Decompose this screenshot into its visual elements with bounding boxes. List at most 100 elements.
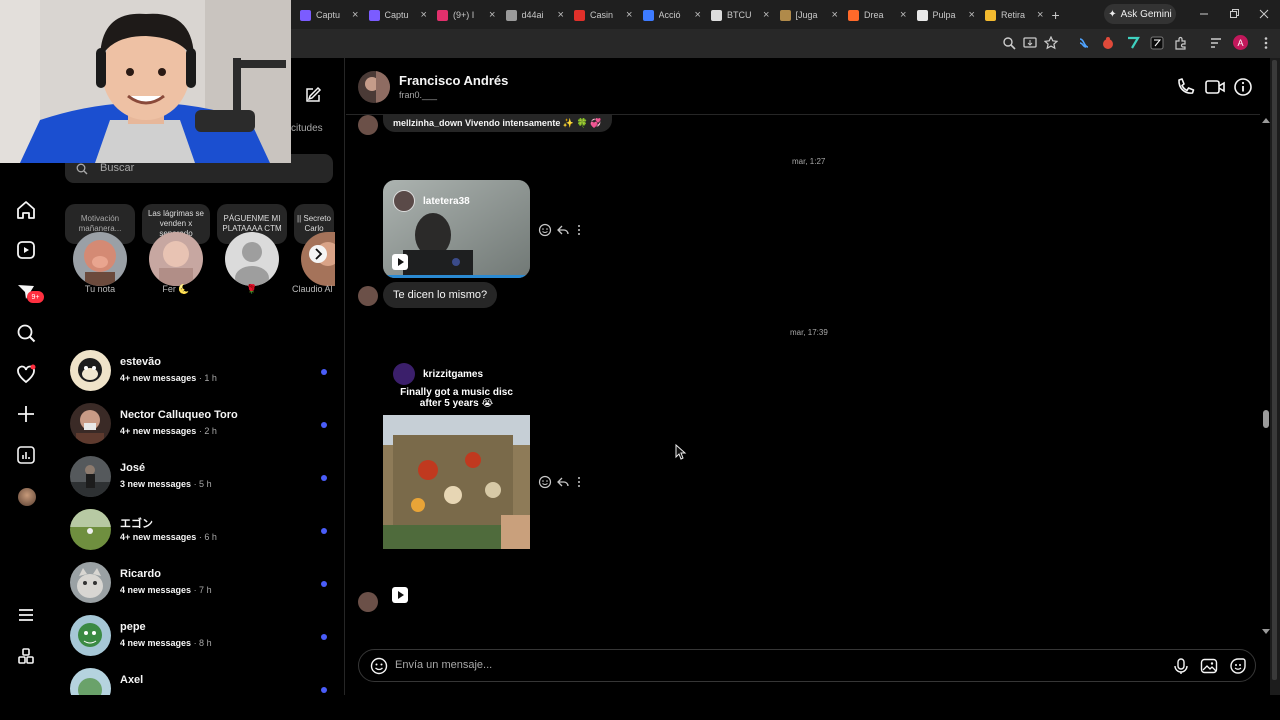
minimize-window-button[interactable] <box>1198 8 1210 20</box>
message-input[interactable]: Envía un mensaje... <box>395 659 492 671</box>
scroll-up-arrow[interactable] <box>1262 117 1270 123</box>
more-options-icon[interactable] <box>576 223 582 237</box>
conversation-item[interactable]: Axel <box>54 668 345 695</box>
add-photo-icon[interactable] <box>1200 657 1218 675</box>
video-call-icon[interactable] <box>1204 77 1226 97</box>
react-emoji-icon[interactable] <box>538 475 552 489</box>
browser-tab[interactable]: Retira × <box>985 5 1050 25</box>
tab-title: Retira <box>1001 10 1026 20</box>
conversation-item[interactable]: José 3 new messages · 5 h <box>54 456 345 509</box>
extension-dark-icon[interactable] <box>1150 36 1164 50</box>
requests-tab[interactable]: citudes <box>291 123 323 134</box>
screen-bottom-edge <box>0 695 1280 720</box>
tab-title: Captu <box>384 10 409 20</box>
create-plus-icon[interactable] <box>15 403 37 425</box>
unread-dot <box>321 581 327 587</box>
browser-tab[interactable]: BTCU × <box>711 5 776 25</box>
bookmark-star-icon[interactable] <box>1044 36 1058 50</box>
more-menu-icon[interactable] <box>15 604 37 626</box>
unread-dot <box>321 422 327 428</box>
zoom-icon[interactable] <box>1002 36 1016 50</box>
tab-close-icon[interactable]: × <box>900 9 906 21</box>
tab-close-icon[interactable]: × <box>763 9 769 21</box>
conversation-item[interactable]: Nector Calluqueo Toro 4+ new messages · … <box>54 403 345 456</box>
browser-tab[interactable]: Captu × <box>300 5 365 25</box>
browser-tab[interactable]: Captu × <box>368 5 434 25</box>
conversation-name: José <box>120 462 146 474</box>
message-bubble: mellzinha_down Vivendo intensamente ✨ 🍀 … <box>383 114 612 132</box>
voice-clip-icon[interactable] <box>1173 657 1189 675</box>
reply-icon[interactable] <box>556 475 570 489</box>
tab-close-icon[interactable]: × <box>695 9 701 21</box>
tab-close-icon[interactable]: × <box>421 9 427 21</box>
conversation-name: estevão <box>120 356 161 368</box>
notifications-heart-icon[interactable] <box>15 363 37 385</box>
browser-tab[interactable]: [Juga × <box>779 5 845 25</box>
home-icon[interactable] <box>15 199 37 221</box>
extension-teal-icon[interactable] <box>1126 36 1140 50</box>
extension-blue-icon[interactable] <box>1077 36 1091 50</box>
new-tab-button[interactable]: + <box>1052 5 1060 25</box>
page-scrollbar-thumb[interactable] <box>1272 60 1277 680</box>
extension-red-icon[interactable] <box>1101 36 1115 50</box>
close-window-button[interactable] <box>1258 8 1270 20</box>
search-icon[interactable] <box>15 322 37 344</box>
conversation-name: Nector Calluqueo Toro <box>120 409 238 421</box>
note-avatar-rose[interactable] <box>225 232 279 286</box>
more-options-icon[interactable] <box>576 475 582 489</box>
conversation-item[interactable]: pepe 4 new messages · 8 h <box>54 615 345 668</box>
tab-close-icon[interactable]: × <box>832 9 838 21</box>
browser-tab[interactable]: Drea × <box>848 5 913 25</box>
reply-icon[interactable] <box>556 223 570 237</box>
tab-close-icon[interactable]: × <box>1037 9 1043 21</box>
reel-play-icon <box>392 587 408 603</box>
note-avatar-fer[interactable] <box>149 232 203 286</box>
note-text: Motivación mañanera... <box>78 214 122 233</box>
shared-reel[interactable]: latetera38 <box>383 180 530 278</box>
tab-close-icon[interactable]: × <box>626 9 632 21</box>
reel-play-icon <box>392 254 408 270</box>
browser-tab[interactable]: Pulpa × <box>916 5 982 25</box>
tab-close-icon[interactable]: × <box>558 9 564 21</box>
new-message-icon[interactable] <box>304 86 322 104</box>
install-app-icon[interactable] <box>1023 36 1037 50</box>
emoji-picker-icon[interactable] <box>370 657 388 675</box>
browser-tab[interactable]: Acció × <box>642 5 708 25</box>
reels-icon[interactable] <box>15 239 37 261</box>
browser-tab[interactable]: (9+) I × <box>437 5 502 25</box>
browser-tab[interactable]: Casin × <box>574 5 639 25</box>
conversation-status: 3 new messages · 5 h <box>120 479 212 489</box>
message-composer[interactable]: Envía un mensaje... <box>358 649 1256 682</box>
conversation-item[interactable]: エゴン 4+ new messages · 6 h <box>54 509 345 562</box>
tab-search-icon[interactable] <box>1209 36 1223 50</box>
tab-close-icon[interactable]: × <box>969 9 975 21</box>
conversation-status: 4+ new messages · 1 h <box>120 373 217 383</box>
shared-reel[interactable]: krizzitgames Finally got a music disc af… <box>383 351 530 612</box>
also-from-meta-icon[interactable] <box>15 645 37 667</box>
conversation-item[interactable]: Ricardo 4 new messages · 7 h <box>54 562 345 615</box>
tab-favicon-icon <box>574 9 585 21</box>
contact-avatar[interactable] <box>358 71 390 103</box>
scroll-down-arrow[interactable] <box>1262 629 1270 635</box>
restore-window-button[interactable] <box>1228 8 1240 20</box>
extensions-puzzle-icon[interactable] <box>1174 36 1188 50</box>
phone-call-icon[interactable] <box>1175 77 1195 97</box>
tab-close-icon[interactable]: × <box>352 9 358 21</box>
notes-next-arrow[interactable] <box>309 245 327 263</box>
dashboard-icon[interactable] <box>15 444 37 466</box>
tab-close-icon[interactable]: × <box>489 9 495 21</box>
conversation-item[interactable]: estevão 4+ new messages · 1 h <box>54 350 345 403</box>
tab-title: BTCU <box>727 10 752 20</box>
sticker-icon[interactable] <box>1229 657 1247 675</box>
conversation-info-icon[interactable] <box>1233 77 1253 97</box>
ask-gemini-button[interactable]: ✦ Ask Gemini <box>1104 4 1176 24</box>
browser-menu-icon[interactable] <box>1259 36 1273 50</box>
contact-name[interactable]: Francisco Andrés <box>399 73 508 88</box>
chat-scrollbar-thumb[interactable] <box>1263 410 1269 428</box>
browser-tab[interactable]: d44ai × <box>505 5 571 25</box>
note-avatar-own[interactable] <box>73 232 127 286</box>
profile-nav-avatar[interactable] <box>18 488 36 506</box>
search-input[interactable]: Buscar <box>100 162 134 174</box>
profile-avatar[interactable]: A <box>1233 35 1248 50</box>
react-emoji-icon[interactable] <box>538 223 552 237</box>
